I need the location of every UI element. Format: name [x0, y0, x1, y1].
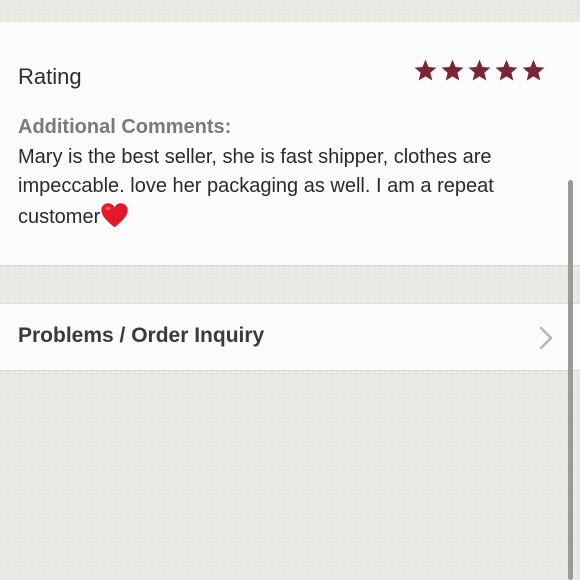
star-rating [413, 58, 546, 83]
star-icon [414, 59, 437, 81]
order-inquiry-label: Problems / Order Inquiry [18, 324, 265, 347]
additional-comments-text: Mary is the best seller, she is fast shi… [18, 143, 553, 232]
star-icon [468, 59, 491, 81]
scrollbar[interactable] [568, 180, 573, 580]
chevron-right-icon [539, 326, 553, 350]
comments-body: Mary is the best seller, she is fast shi… [18, 146, 494, 228]
star-icon [495, 59, 518, 81]
additional-comments-label: Additional Comments: [18, 116, 232, 138]
rating-card: Rating Additional Comments: Mary is the … [0, 22, 580, 266]
star-icon [441, 59, 464, 81]
rating-label: Rating [18, 64, 82, 89]
star-icon [522, 59, 545, 81]
order-inquiry-row[interactable]: Problems / Order Inquiry [0, 303, 580, 371]
heart-emoji-icon [101, 203, 128, 228]
